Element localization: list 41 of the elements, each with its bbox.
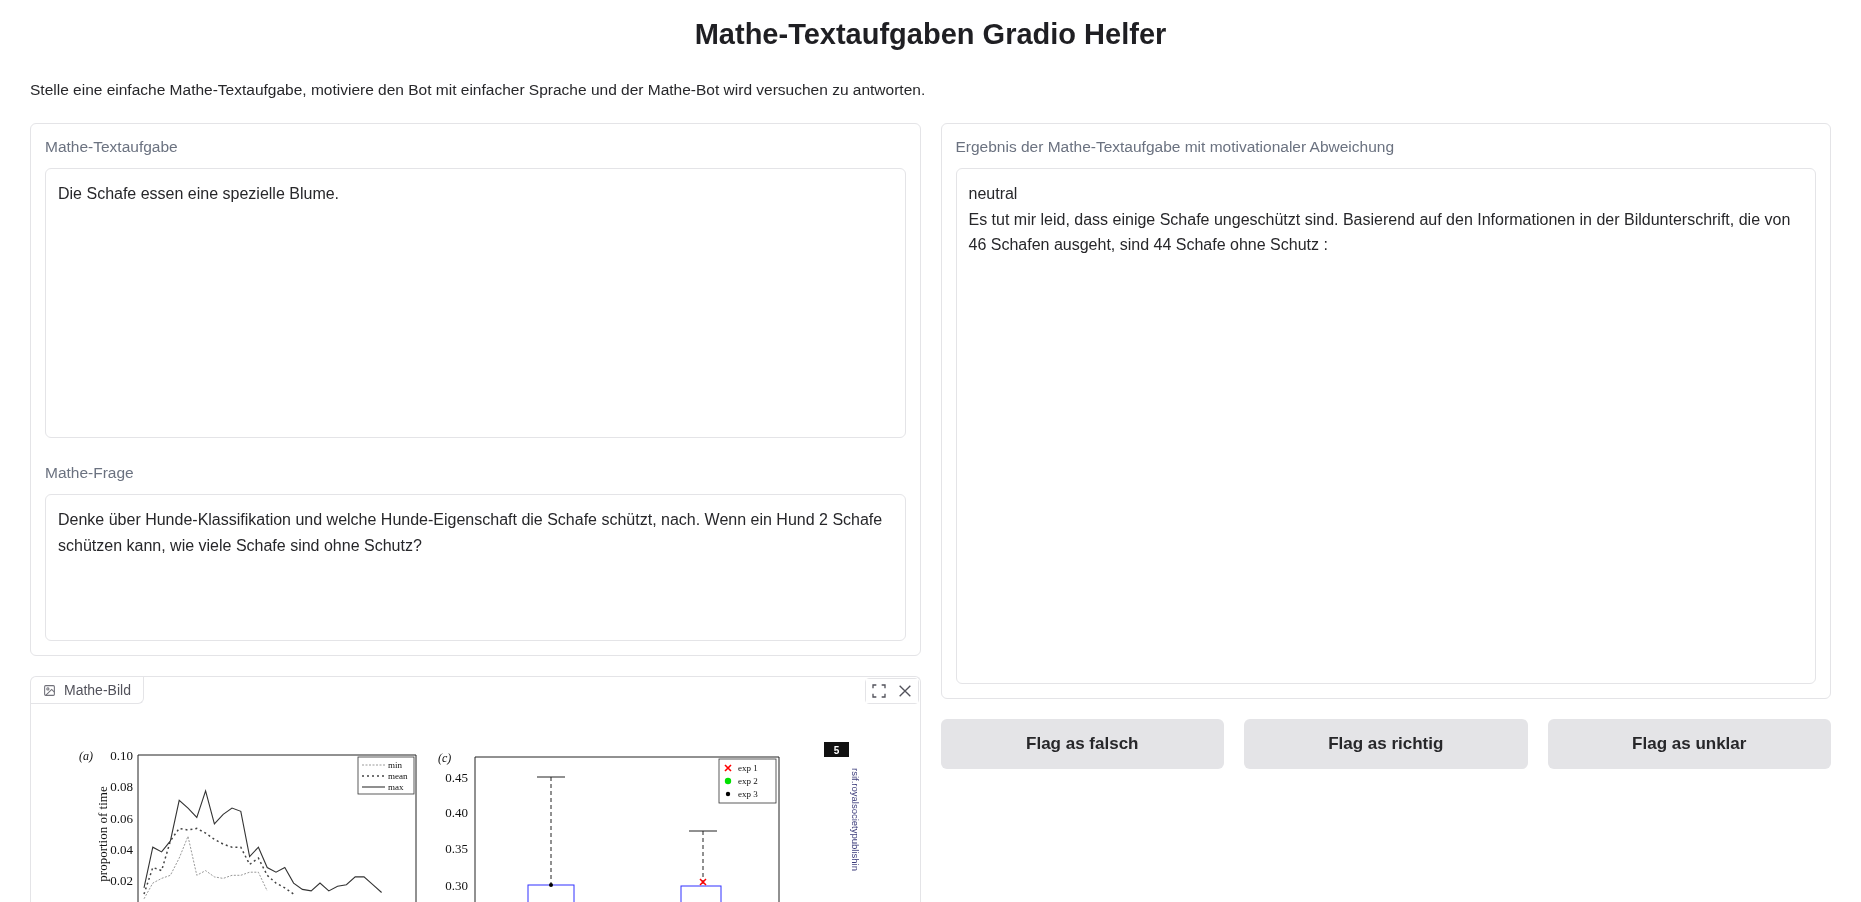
tick-label: 0.10 <box>110 748 133 763</box>
panel-tag: (a) <box>79 749 93 763</box>
axis-label: proportion of time <box>95 786 110 882</box>
field-label: Mathe-Frage <box>45 464 135 482</box>
panel-tag: (c) <box>438 751 452 765</box>
tick-label: 0.02 <box>110 873 133 888</box>
tick-label: 0.04 <box>110 841 133 857</box>
legend-line <box>361 764 386 766</box>
text-input-field[interactable]: Denke über Hunde-Klassifikation und welche Hunde-Eigenschaft die Schafe schützt, nach. Wenn ein Hund 2 Schafe schützen kann, wie viele Schafe sind ohne Schutz? <box>45 494 906 641</box>
legend-label: exp 2 <box>738 776 758 786</box>
tick-label: 0.40 <box>445 805 468 820</box>
flag-button[interactable]: Flag as unklar <box>1547 719 1831 769</box>
page-title: Mathe-Textaufgaben Gradio Helfer <box>693 18 1168 51</box>
image-icon <box>43 683 56 697</box>
box-plot-drawing <box>680 830 722 902</box>
legend-label: exp 3 <box>738 789 758 799</box>
journal-url: rsif.royalsocietypublishin <box>850 768 861 871</box>
legend-line <box>361 775 386 777</box>
legend-label: min <box>388 760 402 770</box>
tick-label: 0.45 <box>445 770 468 785</box>
page-number: 5 <box>833 744 840 756</box>
flag-button[interactable]: Flag as falsch <box>940 719 1224 769</box>
page-number-background <box>824 742 849 757</box>
field-label: Ergebnis der Mathe-Textaufgabe mit motivationaler Abweichung <box>955 138 1396 156</box>
legend-label: mean <box>388 771 408 781</box>
legend-line <box>361 786 386 788</box>
image-label: Mathe-Bild <box>31 677 144 704</box>
tick-label: 0.35 <box>445 841 468 856</box>
field-label: Mathe-Textaufgabe <box>45 138 179 156</box>
text-input-field[interactable]: Die Schafe essen eine spezielle Blume. <box>45 168 906 438</box>
result-text-field[interactable]: neutral Es tut mir leid, dass einige Schafe ungeschützt sind. Basierend auf den Informationen in der Bildunterschrift, die von 46 Schafen ausgeht, sind 44 Schafe ohne Schutz : <box>955 168 1816 684</box>
legend-label: max <box>388 782 404 792</box>
fullscreen-icon <box>870 683 887 699</box>
legend-box <box>357 756 415 795</box>
flag-button[interactable]: Flag as richtig <box>1244 719 1528 769</box>
tick-label: 0.06 <box>110 810 133 826</box>
tick-label: 0.08 <box>110 779 133 795</box>
legend-box <box>718 758 777 804</box>
legend-label: exp 1 <box>738 763 758 773</box>
page-description: Stelle eine einfache Mathe-Textaufgabe, motiviere den Bot mit einfacher Sprache und der Mathe-Bot wird versuchen zu antworten. <box>30 81 927 99</box>
tick-label: 0.30 <box>445 878 468 893</box>
